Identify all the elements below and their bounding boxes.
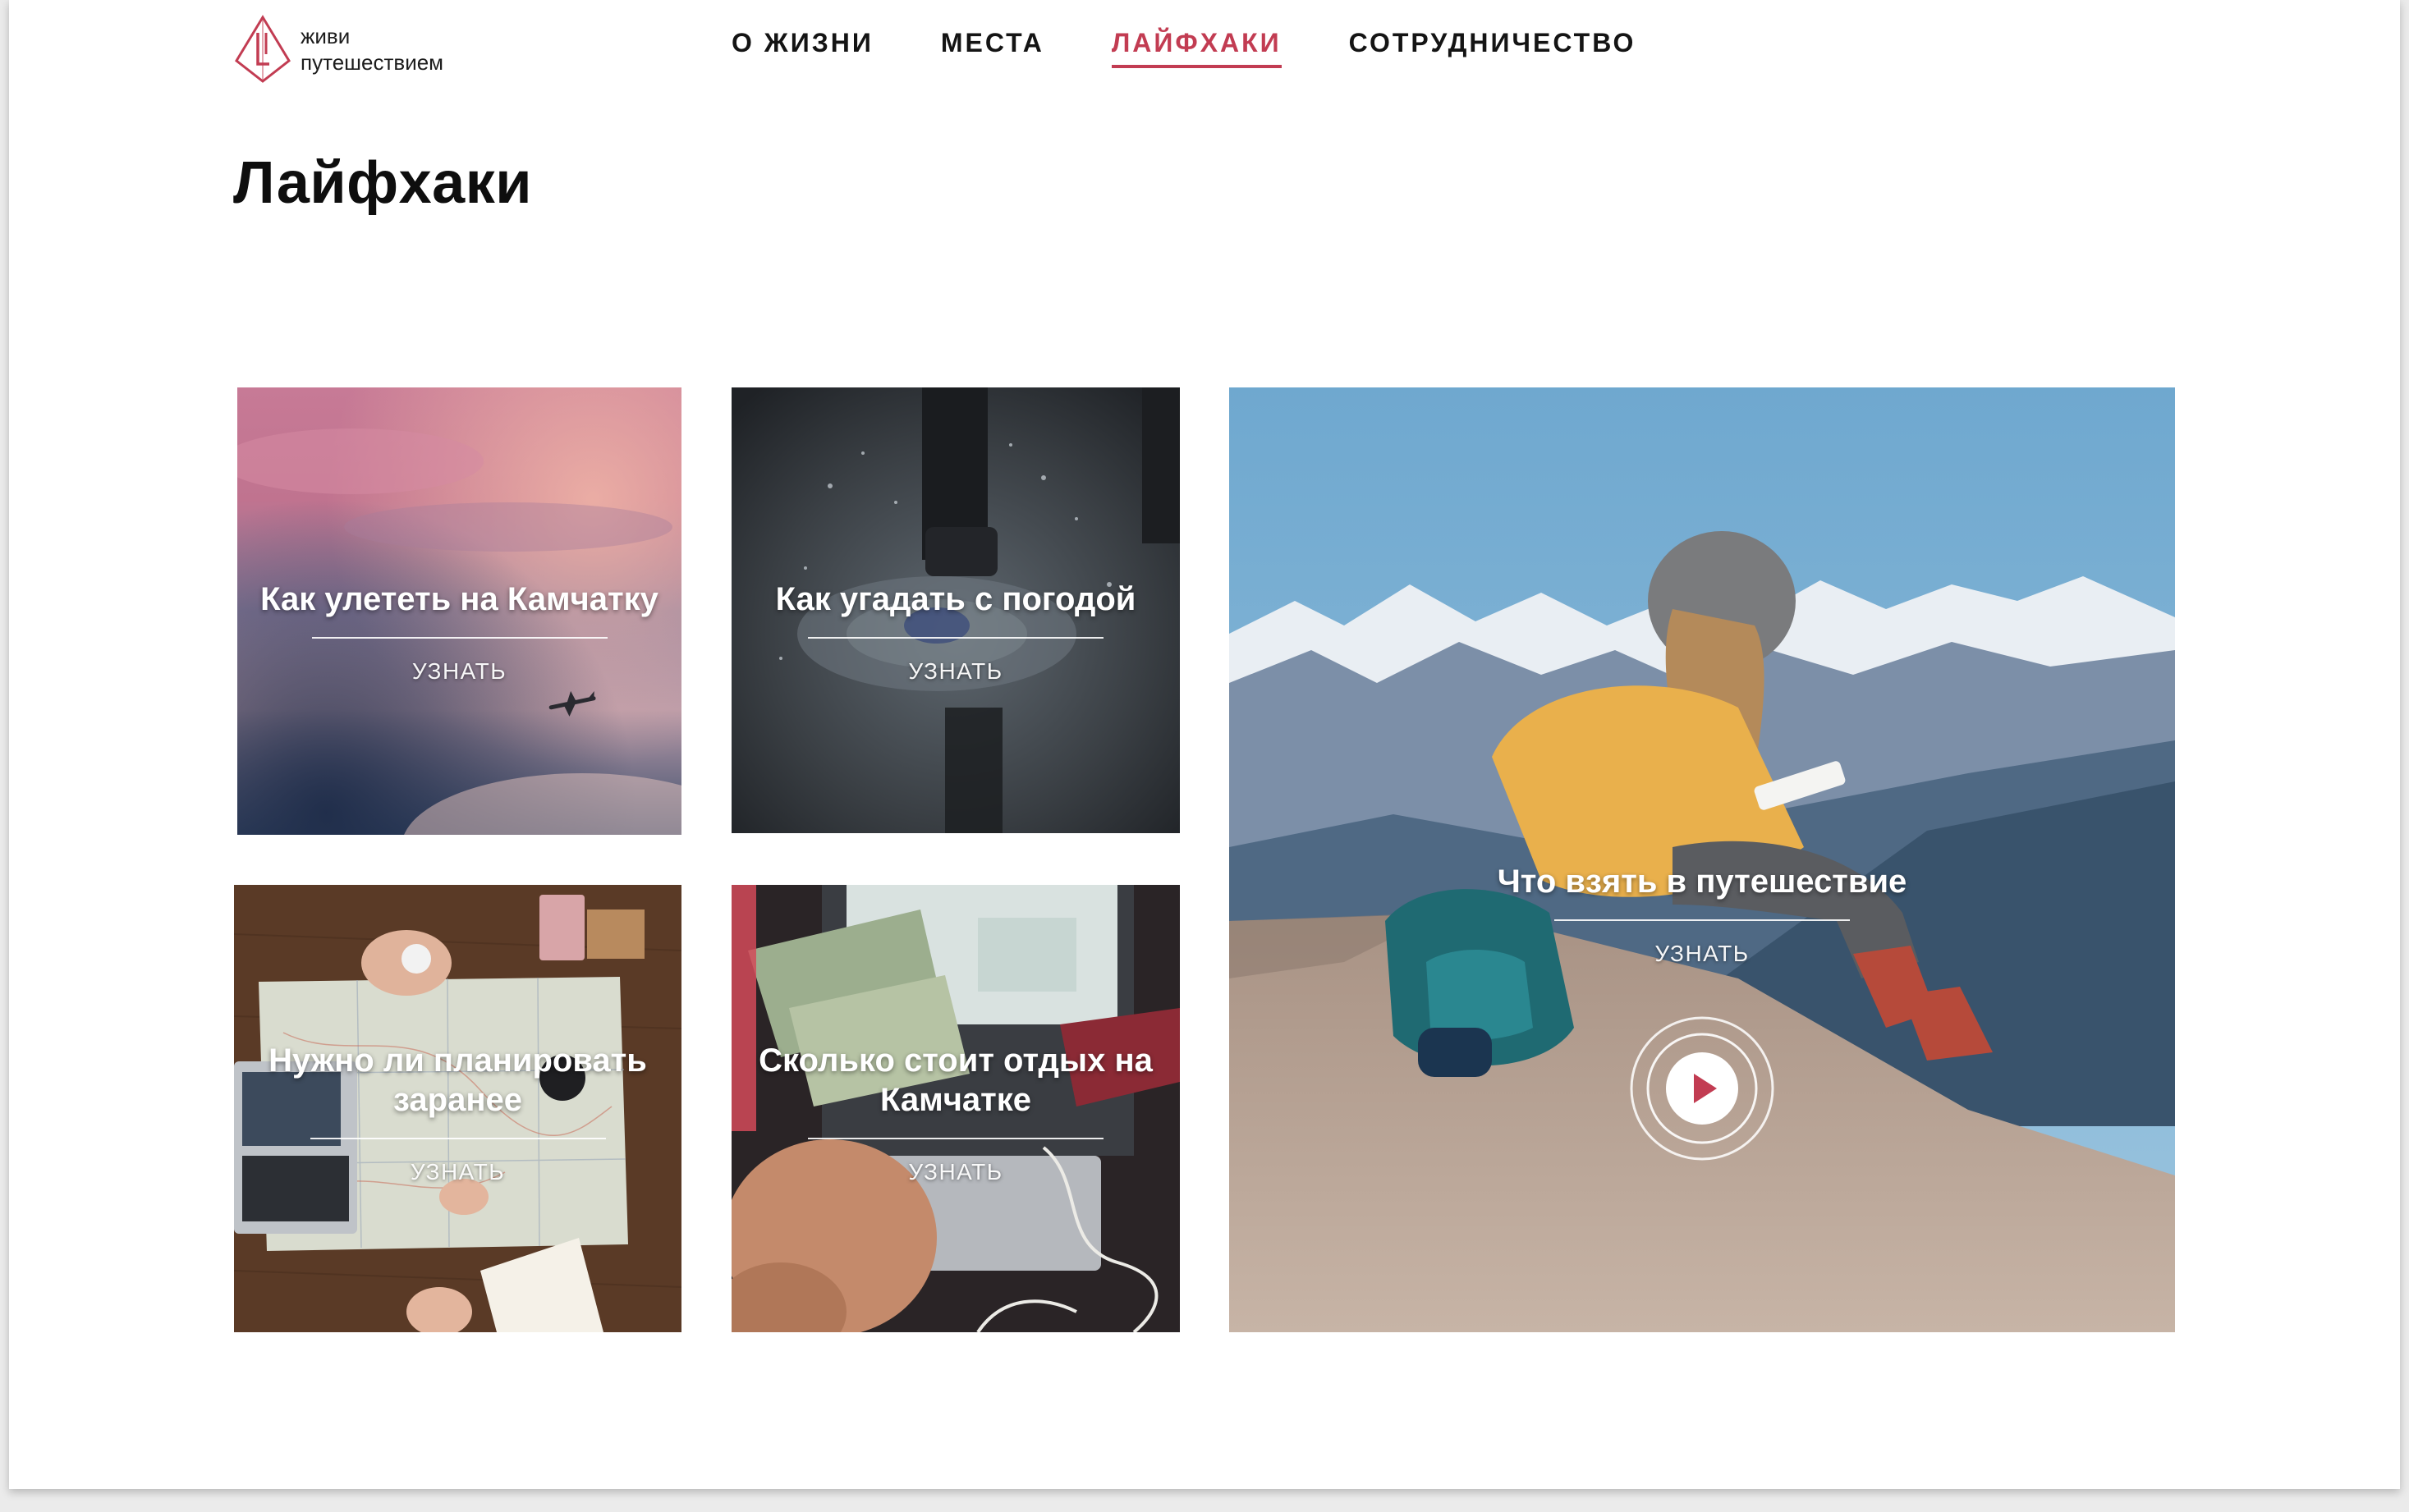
card-divider bbox=[311, 637, 608, 639]
logo-diamond-icon bbox=[235, 15, 291, 83]
card-caption: Как угадать с погодой УЗНАТЬ bbox=[732, 580, 1180, 685]
main-nav: О ЖИЗНИ МЕСТА ЛАЙФХАКИ СОТРУДНИЧЕСТВО bbox=[732, 28, 1636, 68]
card-title: Сколько стоит отдых на Камчатке bbox=[759, 1042, 1153, 1118]
card-kamchatka-flight[interactable]: Как улететь на Камчатку УЗНАТЬ bbox=[237, 387, 681, 835]
card-caption: Что взять в путешествие УЗНАТЬ bbox=[1229, 862, 2175, 967]
nav-item-about-life[interactable]: О ЖИЗНИ bbox=[732, 28, 874, 68]
card-title: Нужно ли планировать заранее bbox=[268, 1042, 647, 1118]
page-frame: живи путешествием О ЖИЗНИ МЕСТА ЛАЙФХАКИ… bbox=[9, 0, 2400, 1489]
card-learn-link[interactable]: УЗНАТЬ bbox=[237, 658, 681, 685]
card-image-hiker bbox=[1229, 387, 2175, 1332]
nav-item-places[interactable]: МЕСТА bbox=[941, 28, 1044, 68]
card-weather[interactable]: Как угадать с погодой УЗНАТЬ bbox=[732, 387, 1180, 833]
card-learn-link[interactable]: УЗНАТЬ bbox=[732, 1159, 1180, 1185]
nav-item-cooperation[interactable]: СОТРУДНИЧЕСТВО bbox=[1349, 28, 1636, 68]
card-learn-link[interactable]: УЗНАТЬ bbox=[732, 658, 1180, 685]
card-caption: Как улететь на Камчатку УЗНАТЬ bbox=[237, 580, 681, 685]
card-divider bbox=[310, 1138, 606, 1139]
card-cost[interactable]: Сколько стоит отдых на Камчатке УЗНАТЬ bbox=[732, 885, 1180, 1332]
card-divider bbox=[1554, 919, 1850, 921]
card-title: Что взять в путешествие bbox=[1497, 864, 1907, 900]
card-caption: Нужно ли планировать заранее УЗНАТЬ bbox=[234, 1041, 681, 1185]
card-caption: Сколько стоит отдых на Камчатке УЗНАТЬ bbox=[732, 1041, 1180, 1185]
card-what-to-pack[interactable]: Что взять в путешествие УЗНАТЬ bbox=[1229, 387, 2175, 1332]
card-divider bbox=[808, 637, 1104, 639]
logo-line-2: путешествием bbox=[301, 50, 444, 75]
card-learn-link[interactable]: УЗНАТЬ bbox=[1229, 941, 2175, 967]
card-learn-link[interactable]: УЗНАТЬ bbox=[234, 1159, 681, 1185]
card-title: Как улететь на Камчатку bbox=[260, 581, 658, 617]
logo-text: живи путешествием bbox=[301, 23, 443, 76]
nav-item-lifehacks[interactable]: ЛАЙФХАКИ bbox=[1111, 28, 1282, 68]
site-logo[interactable]: живи путешествием bbox=[233, 15, 443, 84]
play-icon[interactable] bbox=[1628, 1015, 1776, 1162]
card-title: Как угадать с погодой bbox=[775, 581, 1136, 617]
card-divider bbox=[808, 1138, 1104, 1139]
card-planning[interactable]: Нужно ли планировать заранее УЗНАТЬ bbox=[234, 885, 681, 1332]
page-title: Лайфхаки bbox=[233, 150, 532, 216]
logo-line-1: живи bbox=[301, 24, 351, 48]
